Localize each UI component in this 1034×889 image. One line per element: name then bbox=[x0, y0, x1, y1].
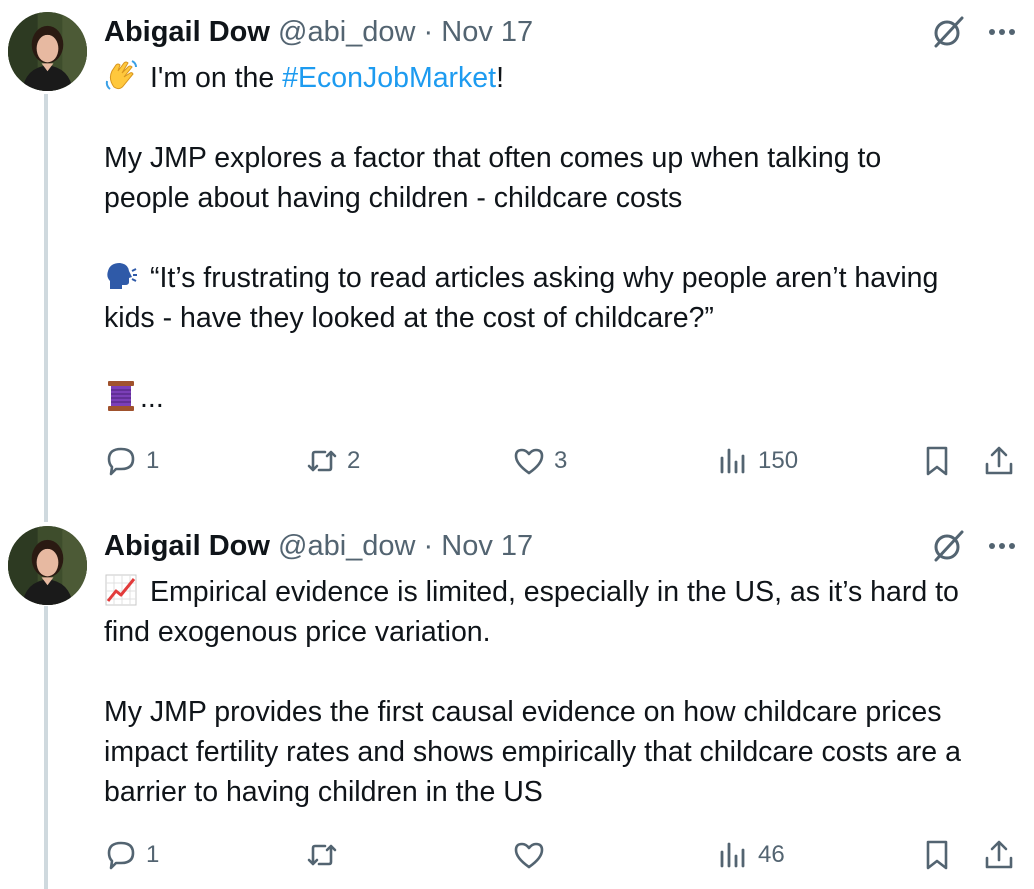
text-line: ... bbox=[104, 378, 938, 418]
repost-count: 2 bbox=[347, 447, 361, 474]
text-line: people about having children - childcare… bbox=[104, 182, 683, 214]
separator-dot: · bbox=[423, 530, 434, 562]
text-line: kids - have they looked at the cost of c… bbox=[104, 302, 714, 334]
views-button[interactable]: 46 bbox=[716, 835, 785, 875]
author-handle[interactable]: @abi_dow bbox=[278, 16, 415, 48]
repost-button[interactable]: 2 bbox=[305, 441, 360, 481]
text-line: Empirical evidence is limited, especiall… bbox=[104, 572, 961, 612]
avatar[interactable] bbox=[8, 12, 87, 91]
avatar[interactable] bbox=[8, 526, 87, 605]
bookmark-button[interactable] bbox=[920, 835, 954, 875]
view-count: 150 bbox=[758, 447, 799, 474]
text-line: impact fertility rates and shows empiric… bbox=[104, 736, 961, 768]
tweet-text: Empirical evidence is limited, especiall… bbox=[104, 572, 961, 812]
heart-icon bbox=[514, 842, 544, 869]
grok-icon[interactable] bbox=[930, 528, 966, 564]
heart-icon bbox=[514, 448, 544, 475]
like-count: 3 bbox=[554, 447, 568, 474]
bookmark-icon bbox=[926, 446, 948, 476]
share-button[interactable] bbox=[982, 835, 1016, 875]
line-text: Empirical evidence is limited, especiall… bbox=[150, 576, 959, 608]
line-text: ... bbox=[140, 382, 164, 414]
waving-hand-emoji bbox=[104, 59, 138, 93]
tweet-header: Abigail Dow @abi_dow · Nov 17 bbox=[104, 14, 533, 50]
text-line: My JMP explores a factor that often come… bbox=[104, 142, 882, 174]
text-line: My JMP provides the first causal evidenc… bbox=[104, 696, 942, 728]
speaking-head-emoji bbox=[104, 259, 138, 293]
tweet[interactable]: Abigail Dow @abi_dow · Nov 17 Empirical … bbox=[0, 514, 1034, 889]
line-text: I'm on the bbox=[150, 62, 283, 94]
text-line: find exogenous price variation. bbox=[104, 616, 491, 648]
repost-icon bbox=[307, 844, 337, 866]
share-icon bbox=[985, 840, 1013, 869]
line-text: ! bbox=[496, 62, 504, 94]
author-handle[interactable]: @abi_dow bbox=[278, 530, 415, 562]
like-button[interactable]: 3 bbox=[512, 441, 567, 481]
action-bar: 1 46 bbox=[0, 835, 1034, 875]
views-icon bbox=[720, 842, 745, 868]
more-options-icon[interactable] bbox=[984, 528, 1020, 564]
line-text: “It’s frustrating to read articles askin… bbox=[150, 262, 939, 294]
reply-button[interactable]: 1 bbox=[104, 441, 159, 481]
view-count: 46 bbox=[758, 841, 785, 868]
separator-dot: · bbox=[423, 16, 434, 48]
views-icon bbox=[720, 448, 745, 474]
reply-button[interactable]: 1 bbox=[104, 835, 159, 875]
grok-icon[interactable] bbox=[930, 14, 966, 50]
tweet-date[interactable]: Nov 17 bbox=[441, 530, 533, 562]
share-button[interactable] bbox=[982, 441, 1016, 481]
repost-icon bbox=[307, 450, 337, 472]
author-name[interactable]: Abigail Dow bbox=[104, 530, 270, 562]
views-button[interactable]: 150 bbox=[716, 441, 798, 481]
more-options-icon[interactable] bbox=[984, 14, 1020, 50]
thread-spool-emoji bbox=[104, 379, 138, 413]
bookmark-button[interactable] bbox=[920, 441, 954, 481]
text-line: barrier to having children in the US bbox=[104, 776, 543, 808]
tweet-header: Abigail Dow @abi_dow · Nov 17 bbox=[104, 528, 533, 564]
like-button[interactable] bbox=[512, 835, 554, 875]
reply-icon bbox=[107, 447, 135, 476]
chart-increasing-emoji bbox=[104, 573, 138, 607]
tweet[interactable]: Abigail Dow @abi_dow · Nov 17 I'm on the… bbox=[0, 0, 1034, 510]
text-line: “It’s frustrating to read articles askin… bbox=[104, 258, 938, 298]
tweet-date[interactable]: Nov 17 bbox=[441, 16, 533, 48]
tweet-text: I'm on the #EconJobMarket! My JMP explor… bbox=[104, 58, 938, 418]
share-icon bbox=[985, 446, 1013, 475]
hashtag-link[interactable]: #EconJobMarket bbox=[282, 62, 496, 94]
reply-count: 1 bbox=[146, 841, 160, 868]
text-line: I'm on the #EconJobMarket! bbox=[104, 58, 938, 98]
author-name[interactable]: Abigail Dow bbox=[104, 16, 270, 48]
bookmark-icon bbox=[926, 840, 948, 870]
reply-icon bbox=[107, 841, 135, 870]
action-bar: 1 2 3 150 bbox=[0, 441, 1034, 481]
reply-count: 1 bbox=[146, 447, 160, 474]
repost-button[interactable] bbox=[305, 835, 347, 875]
